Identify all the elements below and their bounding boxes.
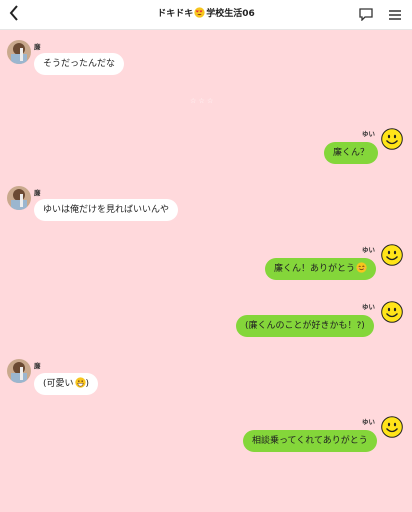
sender-avatar[interactable] bbox=[7, 186, 31, 210]
message-bubble[interactable]: そうだったんだな bbox=[34, 53, 125, 75]
smiley-avatar-icon[interactable] bbox=[381, 128, 403, 150]
message-bubble[interactable]: 廉くん？ bbox=[324, 142, 379, 164]
heart-eyes-emoji-icon bbox=[194, 7, 205, 23]
chat-title: ドキドキ 学校生活06 bbox=[0, 7, 412, 23]
sender-name: ゆい bbox=[362, 130, 375, 138]
message-text: 廉くん！ありがとう bbox=[274, 264, 356, 274]
message-bubble[interactable]: ゆいは俺だけを見ればいいんや bbox=[34, 199, 179, 221]
sender-avatar[interactable] bbox=[7, 40, 31, 64]
sender-avatar[interactable] bbox=[7, 359, 31, 383]
menu-button[interactable] bbox=[386, 6, 404, 24]
message-text: 相談乗ってくれてありがとう bbox=[252, 436, 368, 446]
message-text: 廉くん？ bbox=[333, 148, 370, 158]
title-suffix: 学校生活06 bbox=[206, 9, 255, 19]
speech-bubble-icon bbox=[359, 6, 373, 25]
sender-name: ゆい bbox=[362, 303, 375, 311]
smiling-face-emoji-icon bbox=[356, 260, 367, 282]
message-bubble[interactable]: 相談乗ってくれてありがとう bbox=[243, 430, 377, 452]
message-text: (可愛い bbox=[43, 379, 74, 389]
message-bubble[interactable]: (可愛い) bbox=[34, 373, 99, 397]
message-bubble[interactable]: (廉くんのことが好きかも！?) bbox=[236, 315, 374, 337]
decoration-stars: ☆ ☆ ☆ bbox=[190, 97, 214, 105]
message-text: (廉くんのことが好きかも！?) bbox=[245, 321, 365, 331]
chat-list-button[interactable] bbox=[357, 6, 375, 24]
hamburger-menu-icon bbox=[388, 6, 402, 25]
sender-name: ゆい bbox=[362, 246, 375, 254]
message-text-end: ) bbox=[85, 379, 90, 389]
message-text: ゆいは俺だけを見ればいいんや bbox=[43, 205, 170, 215]
title-prefix: ドキドキ bbox=[157, 9, 194, 19]
smiley-avatar-icon[interactable] bbox=[381, 416, 403, 438]
sender-name: 廉 bbox=[34, 362, 41, 370]
sender-name: ゆい bbox=[362, 418, 375, 426]
grinning-face-emoji-icon bbox=[74, 375, 86, 397]
sender-name: 廉 bbox=[34, 189, 41, 197]
smiley-avatar-icon[interactable] bbox=[381, 244, 403, 266]
message-text: そうだったんだな bbox=[43, 59, 116, 69]
sender-name: 廉 bbox=[34, 43, 41, 51]
message-bubble[interactable]: 廉くん！ありがとう bbox=[265, 258, 377, 282]
chat-header: ドキドキ 学校生活06 bbox=[0, 0, 412, 30]
smiley-avatar-icon[interactable] bbox=[381, 301, 403, 323]
